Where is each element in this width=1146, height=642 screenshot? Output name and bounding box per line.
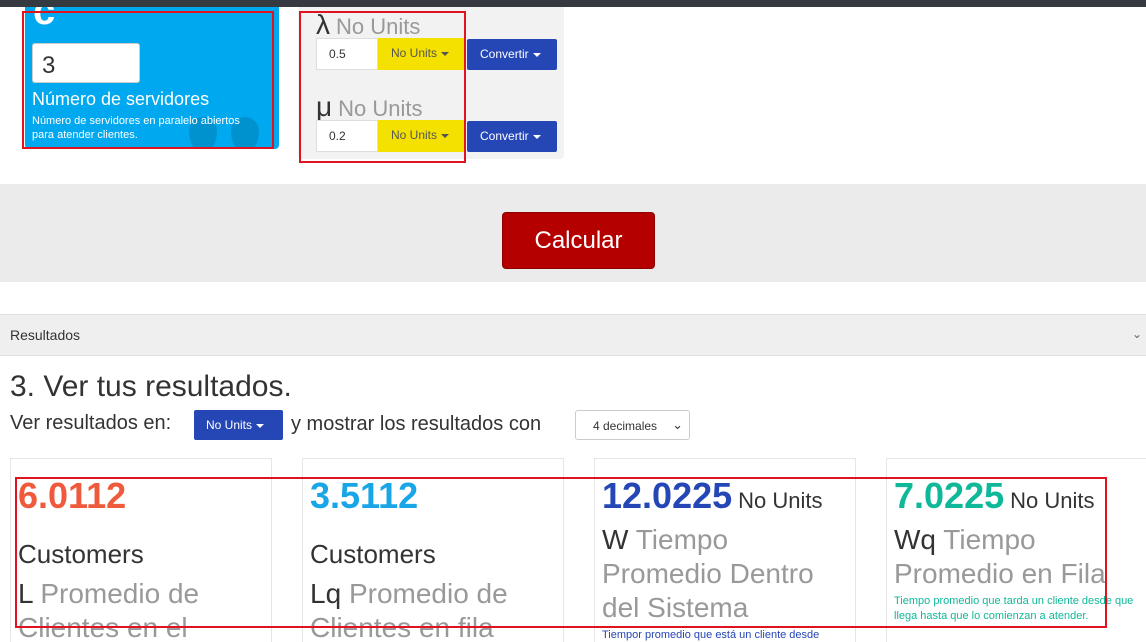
lambda-title: λ No Units	[316, 9, 420, 41]
lambda-units: No Units	[336, 14, 421, 39]
results-options-line: Ver resultados en: No Units y mostrar lo…	[10, 410, 690, 440]
servers-card: c 3 Número de servidores Número de servi…	[25, 7, 279, 149]
caret-down-icon	[532, 134, 541, 139]
result-symbol: Wq	[894, 524, 936, 555]
result-value: 6.0112	[18, 475, 126, 517]
result-units: No Units	[1010, 488, 1095, 513]
result-units: No Units	[738, 488, 823, 513]
result-card-Lq: 3.5112 Customers Lq Promedio de Clientes…	[302, 458, 564, 642]
result-value: 12.0225 No Units	[602, 475, 823, 517]
mu-symbol: μ	[316, 91, 333, 122]
result-description: Wq Tiempo Promedio en Fila	[894, 523, 1144, 591]
rates-panel: λ No Units 0.5 No Units Convertir μ No Uni…	[298, 7, 564, 159]
result-description: L Promedio de Clientes en el	[18, 577, 268, 642]
decimals-select-value: 4 decimales	[593, 419, 658, 433]
result-note: Tiempo promedio que tarda un cliente des…	[894, 595, 1134, 622]
mu-unit-dropdown[interactable]: No Units	[378, 120, 464, 152]
mu-units: No Units	[338, 96, 423, 121]
decimals-select[interactable]: 4 decimales ⌄	[575, 410, 690, 440]
servers-description: Número de servidores en paralelo abierto…	[32, 115, 240, 141]
lambda-unit-dropdown[interactable]: No Units	[378, 38, 464, 70]
chevron-down-icon: ⌄	[1131, 327, 1142, 341]
result-symbol: L	[18, 578, 33, 609]
results-header-label: Resultados	[10, 327, 81, 343]
result-description-text: Tiempo Promedio Dentro del Sistema	[602, 524, 814, 623]
result-card-L: 6.0112 Customers L Promedio de Clientes …	[10, 458, 272, 642]
mu-unit-label: No Units	[391, 128, 438, 142]
result-customers: Customers	[310, 539, 436, 569]
calculate-button[interactable]: Calcular	[502, 212, 655, 269]
result-note: Tiempor promedio que está un cliente des…	[602, 629, 820, 641]
result-card-W: 12.0225 No Units W Tiempo Promedio Dentro…	[594, 458, 856, 642]
top-bar	[0, 0, 1146, 7]
servers-input[interactable]: 3	[32, 43, 140, 83]
result-value: 3.5112	[310, 475, 418, 517]
caret-down-icon	[441, 133, 450, 138]
result-customers: Customers	[18, 539, 144, 569]
result-symbol: Lq	[310, 578, 342, 609]
chevron-down-icon: ⌄	[672, 417, 683, 432]
lambda-convert-button[interactable]: Convertir	[467, 39, 557, 70]
result-number: 6.0112	[18, 475, 127, 516]
lambda-unit-label: No Units	[391, 46, 438, 60]
result-number: 12.0225	[602, 475, 733, 516]
caret-down-icon	[532, 52, 541, 57]
servers-symbol: c	[33, 7, 56, 33]
result-number: 3.5112	[310, 475, 419, 516]
servers-label: Número de servidores	[32, 89, 210, 109]
mu-convert-label: Convertir	[480, 129, 529, 143]
result-value: 7.0225 No Units	[894, 475, 1094, 517]
results-title: 3. Ver tus resultados.	[10, 370, 292, 403]
results-units-dropdown[interactable]: No Units	[194, 410, 283, 440]
mu-input[interactable]: 0.2	[316, 120, 378, 152]
lambda-input[interactable]: 0.5	[316, 38, 378, 70]
result-number: 7.0225	[894, 475, 1005, 516]
result-description: W Tiempo Promedio Dentro del Sistema	[602, 523, 852, 625]
results-accordion-header[interactable]: Resultados ⌄	[0, 314, 1146, 356]
result-description-text: Promedio de Clientes en el	[18, 578, 200, 642]
result-symbol: W	[602, 524, 629, 555]
caret-down-icon	[441, 51, 450, 56]
results-units-label: No Units	[206, 418, 253, 432]
lambda-convert-label: Convertir	[480, 47, 529, 61]
mu-title: μ No Units	[316, 91, 423, 123]
show-in-label: Ver resultados en:	[10, 412, 172, 434]
lambda-symbol: λ	[316, 9, 330, 40]
mu-convert-button[interactable]: Convertir	[467, 121, 557, 152]
result-card-Wq: 7.0225 No Units Wq Tiempo Promedio en Fil…	[886, 458, 1146, 642]
decimals-prompt: y mostrar los resultados con	[291, 413, 542, 435]
caret-down-icon	[256, 423, 265, 428]
result-description: Lq Promedio de Clientes en fila	[310, 577, 560, 642]
